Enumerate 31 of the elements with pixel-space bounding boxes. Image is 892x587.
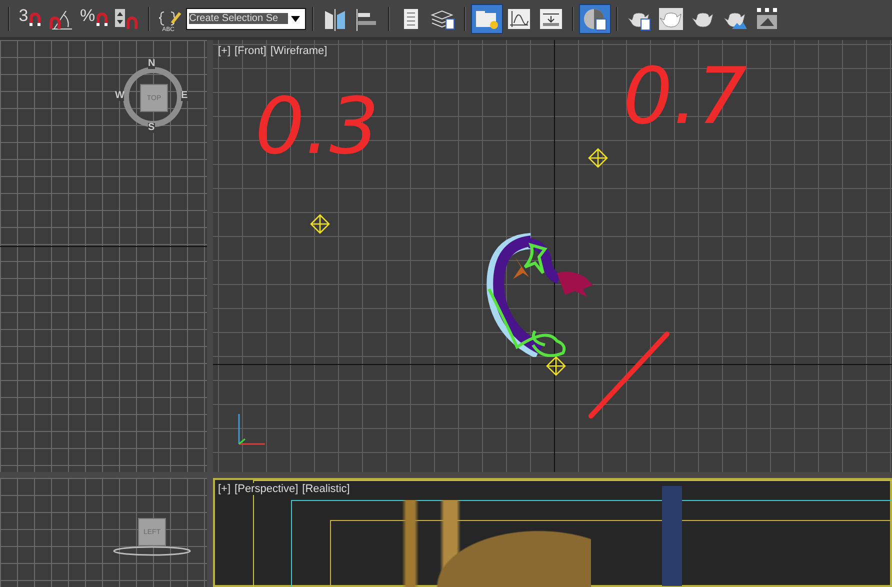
snap-tool-button[interactable]: 3	[16, 4, 44, 32]
snap-tool-button[interactable]: %	[78, 4, 110, 32]
material-sphere-icon	[582, 6, 608, 30]
teapot-icon	[658, 6, 684, 30]
handwritten-annotation: 0.3	[255, 88, 380, 166]
viewport-label[interactable]: [Front]	[234, 45, 266, 57]
front-viewport[interactable]: [+] [Front] [Wireframe] 0.3 0.7	[213, 40, 892, 472]
magnet-icon	[96, 12, 108, 26]
viewport-label[interactable]: [Realistic]	[302, 483, 350, 495]
light-icon[interactable]	[310, 214, 330, 234]
viewport-label[interactable]: [Wireframe]	[270, 45, 328, 57]
handwritten-annotation: 0.7	[623, 58, 748, 136]
viewport-label[interactable]: [+]	[218, 483, 231, 495]
schematic-icon	[538, 6, 564, 30]
perspective-viewport[interactable]: [+] [Perspective] [Realistic]	[213, 478, 892, 587]
selection-set-dropdown[interactable]: Create Selection Se	[186, 8, 306, 30]
braces-pencil-icon	[159, 10, 182, 26]
viewcube-ring-icon[interactable]	[112, 546, 192, 556]
explorer-tool-button[interactable]	[472, 4, 502, 32]
light-icon[interactable]	[546, 356, 566, 376]
light-icon[interactable]	[588, 148, 608, 168]
material-tool-button[interactable]	[580, 4, 610, 32]
magnet-icon	[29, 12, 42, 26]
curve-graph-icon	[506, 6, 532, 30]
compass-letter: S	[148, 123, 155, 133]
viewport-label[interactable]: [Perspective]	[234, 483, 298, 495]
compass-letter: E	[181, 91, 188, 101]
spinner-magnet-icon	[114, 6, 140, 30]
compass-letter: N	[148, 59, 156, 69]
viewport-label[interactable]: [+]	[218, 45, 231, 57]
caret-icon	[291, 16, 300, 22]
